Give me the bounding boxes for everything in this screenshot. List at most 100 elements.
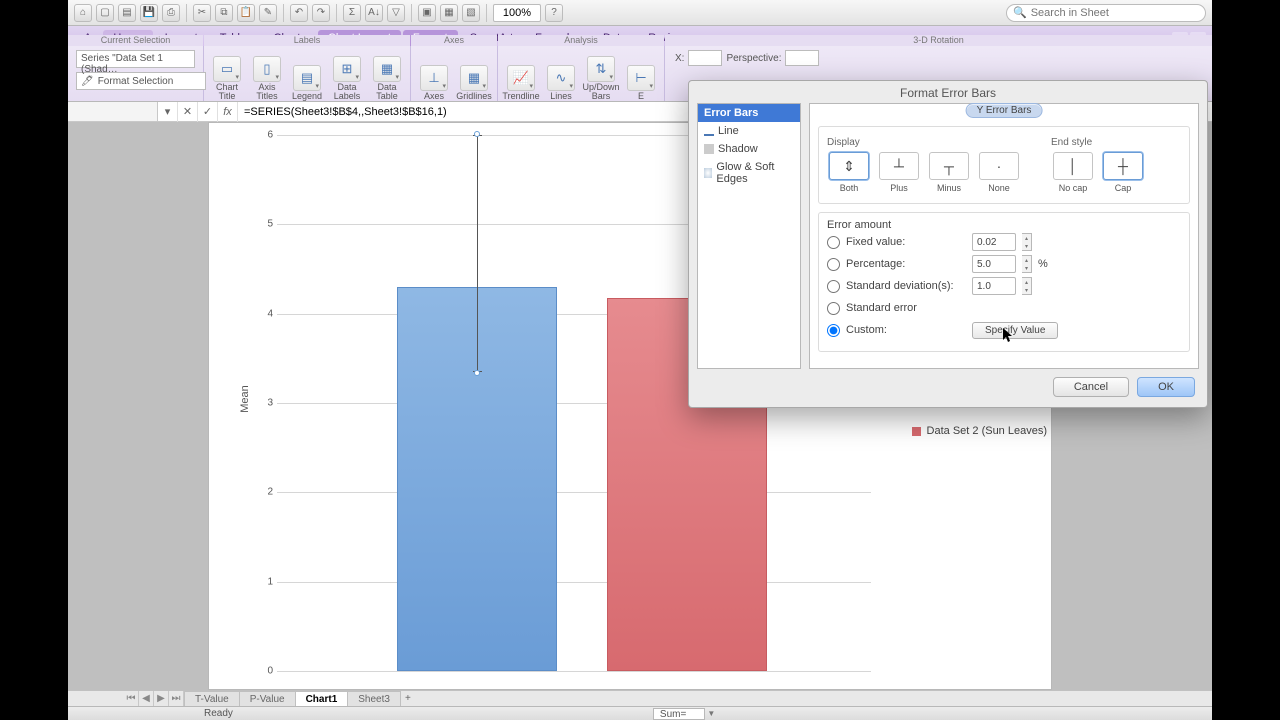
status-sum-select[interactable]: Sum= (653, 708, 705, 720)
errbar-handle-bottom[interactable] (474, 370, 480, 376)
radio-custom-label: Custom: (846, 324, 966, 336)
zoom-select[interactable]: 100% (493, 4, 541, 22)
ok-button[interactable]: OK (1137, 377, 1195, 397)
end-cap[interactable]: ┼Cap (1101, 152, 1145, 193)
data-table-button[interactable]: ▦▾Data Table (368, 56, 406, 101)
rot-persp-input[interactable] (785, 50, 819, 66)
sheet-tab-p-value[interactable]: P-Value (239, 691, 296, 706)
cancel-button[interactable]: Cancel (1053, 377, 1129, 397)
end-no-cap[interactable]: │No cap (1051, 152, 1095, 193)
error-bar-series-1[interactable] (477, 135, 478, 372)
sheet-tab-t-value[interactable]: T-Value (184, 691, 240, 706)
pct-value-input[interactable]: 5.0 (972, 255, 1016, 273)
errbar-handle-top[interactable] (474, 131, 480, 137)
group-analysis: Analysis (498, 35, 664, 46)
display-minus[interactable]: ┬Minus (927, 152, 971, 193)
add-sheet-button[interactable]: + (400, 691, 416, 706)
chart-icon[interactable]: ▦ (440, 4, 458, 22)
group-current-selection: Current Selection (68, 35, 203, 46)
data-labels-button[interactable]: ⊞▾Data Labels (328, 56, 366, 101)
specify-value-button[interactable]: Specify Value (972, 322, 1058, 339)
error-amount-label: Error amount (827, 219, 1181, 231)
format-painter-icon[interactable]: ✎ (259, 4, 277, 22)
chart-title-button[interactable]: ▭▾Chart Title (208, 56, 246, 101)
display-none[interactable]: ·None (977, 152, 1021, 193)
y-tick: 2 (267, 487, 273, 498)
y-tick: 0 (267, 666, 273, 677)
format-selection-icon: 🖊 (81, 76, 94, 87)
group-axes: Axes (411, 35, 497, 46)
radio-percentage[interactable] (827, 258, 840, 271)
display-plus[interactable]: ┴Plus (877, 152, 921, 193)
cut-icon[interactable]: ✂ (193, 4, 211, 22)
tab-nav-prev-icon[interactable]: ◀ (139, 691, 154, 706)
side-error-bars[interactable]: Error Bars (698, 104, 800, 122)
y-error-bars-toggle[interactable]: Y Error Bars (966, 103, 1043, 118)
undo-icon[interactable]: ↶ (290, 4, 308, 22)
chart-element-select[interactable]: Series "Data Set 1 (Shad… (76, 50, 195, 68)
rot-x-input[interactable] (688, 50, 722, 66)
tab-nav-first-icon[interactable]: ⏮ (124, 691, 139, 706)
sheet-tab-chart1[interactable]: Chart1 (295, 691, 349, 706)
copy-icon[interactable]: ⧉ (215, 4, 233, 22)
fb-fx-icon[interactable]: fx (218, 102, 238, 122)
toolbox-icon[interactable]: ▣ (418, 4, 436, 22)
dialog-sidebar: Error Bars Line Shadow Glow & Soft Edges (697, 103, 801, 369)
legend-button[interactable]: ▤▾Legend (288, 65, 326, 101)
y-tick: 4 (267, 308, 273, 319)
display-label: Display (827, 137, 1021, 148)
rot-persp-label: Perspective: (726, 53, 781, 64)
y-tick: 6 (267, 130, 273, 141)
name-box[interactable] (68, 102, 158, 121)
tab-nav-next-icon[interactable]: ▶ (154, 691, 169, 706)
trendline-button[interactable]: 📈▾Trendline (502, 65, 540, 101)
filter-icon[interactable]: ▽ (387, 4, 405, 22)
tab-nav-last-icon[interactable]: ⏭ (169, 691, 184, 706)
search-icon: 🔍 (1013, 6, 1027, 19)
pct-stepper[interactable]: ▴▾ (1022, 255, 1032, 273)
save-icon[interactable]: 💾 (140, 4, 158, 22)
app-window: ⌂ ▢ ▤ 💾 ⎙ ✂ ⧉ 📋 ✎ ↶ ↷ Σ A↓ ▽ ▣ ▦ ▧ 100% … (68, 0, 1212, 720)
autosum-icon[interactable]: Σ (343, 4, 361, 22)
paste-icon[interactable]: 📋 (237, 4, 255, 22)
axes-button[interactable]: ⊥▾Axes (415, 65, 453, 101)
fb-cancel-icon[interactable]: ✕ (178, 102, 198, 122)
side-shadow[interactable]: Shadow (698, 140, 800, 158)
sort-icon[interactable]: A↓ (365, 4, 383, 22)
search-input[interactable] (1031, 7, 1191, 19)
search-field[interactable]: 🔍 (1006, 4, 1206, 22)
lines-button[interactable]: ∿▾Lines (542, 65, 580, 101)
fb-dropdown-icon[interactable]: ▾ (158, 102, 178, 122)
legend-item[interactable]: Data Set 2 (Sun Leaves) (912, 425, 1047, 437)
help-icon[interactable]: ? (545, 4, 563, 22)
new-icon[interactable]: ▢ (96, 4, 114, 22)
status-sum-dropdown-icon[interactable]: ▼ (707, 709, 715, 718)
radio-stderr[interactable] (827, 302, 840, 315)
show-icon[interactable]: ▧ (462, 4, 480, 22)
error-bars-button[interactable]: ⊢▾E (622, 65, 660, 101)
radio-fixed[interactable] (827, 236, 840, 249)
side-line[interactable]: Line (698, 122, 800, 140)
fb-enter-icon[interactable]: ✓ (198, 102, 218, 122)
std-stepper[interactable]: ▴▾ (1022, 277, 1032, 295)
home-icon[interactable]: ⌂ (74, 4, 92, 22)
group-rotation: 3-D Rotation (665, 35, 1212, 46)
updown-bars-button[interactable]: ⇅▾Up/Down Bars (582, 56, 620, 101)
glow-icon (704, 168, 712, 178)
y-tick: 5 (267, 219, 273, 230)
print-icon[interactable]: ⎙ (162, 4, 180, 22)
fixed-stepper[interactable]: ▴▾ (1022, 233, 1032, 251)
redo-icon[interactable]: ↷ (312, 4, 330, 22)
sheet-tab-sheet3[interactable]: Sheet3 (347, 691, 401, 706)
std-value-input[interactable]: 1.0 (972, 277, 1016, 295)
side-glow[interactable]: Glow & Soft Edges (698, 158, 800, 188)
sheet-tabs: ⏮ ◀ ▶ ⏭ T-ValueP-ValueChart1Sheet3 + (68, 690, 1212, 706)
open-icon[interactable]: ▤ (118, 4, 136, 22)
axis-titles-button[interactable]: ▯▾Axis Titles (248, 56, 286, 101)
radio-custom[interactable] (827, 324, 840, 337)
fixed-value-input[interactable]: 0.02 (972, 233, 1016, 251)
radio-stddev[interactable] (827, 280, 840, 293)
display-both[interactable]: ⇕Both (827, 152, 871, 193)
radio-se-label: Standard error (846, 302, 917, 314)
gridlines-button[interactable]: ▦▾Gridlines (455, 65, 493, 101)
